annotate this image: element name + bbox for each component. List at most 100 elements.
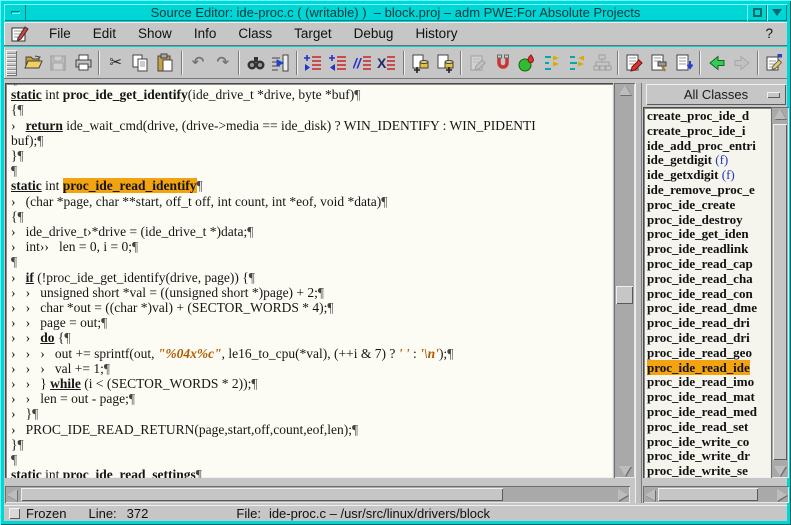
properties-icon [764, 53, 784, 73]
list-item[interactable]: proc_ide_write_se [647, 464, 771, 478]
maximize-button[interactable] [747, 4, 767, 21]
list-item[interactable]: create_proc_ide_d [647, 109, 771, 124]
code-editor[interactable]: ¶static int proc_ide_get_identify(ide_dr… [5, 83, 613, 478]
list-item[interactable]: proc_ide_read_cha [647, 272, 771, 287]
indent-button[interactable] [301, 50, 326, 76]
scrollbar-thumb[interactable] [773, 124, 787, 460]
list-item[interactable]: ide_remove_proc_e [647, 183, 771, 198]
list-item[interactable]: proc_ide_write_co [647, 435, 771, 450]
open-file-button[interactable] [21, 50, 46, 76]
paste-button[interactable] [153, 50, 178, 76]
menu-show[interactable]: Show [127, 26, 183, 41]
editor-app-icon [10, 24, 32, 44]
menu-history[interactable]: History [404, 26, 468, 41]
menu-class[interactable]: Class [227, 26, 283, 41]
list-item[interactable]: proc_ide_read_set [647, 420, 771, 435]
list-vertical-scrollbar[interactable] [771, 107, 789, 478]
colorize-button[interactable] [515, 50, 540, 76]
list-item[interactable]: proc_ide_read_mat [647, 390, 771, 405]
list-item[interactable]: ide_getdigit (f) [647, 153, 771, 168]
list-item[interactable]: proc_ide_read_med [647, 405, 771, 420]
menu-info[interactable]: Info [183, 26, 228, 41]
uncomment-button[interactable]: X [375, 50, 400, 76]
scroll-down-arrow-icon[interactable] [614, 466, 635, 476]
add-member-button[interactable] [408, 50, 433, 76]
add-method-button[interactable] [433, 50, 458, 76]
menu-help[interactable]: ? [751, 23, 787, 45]
magnet-button[interactable] [490, 50, 515, 76]
cut-button[interactable]: ✂ [103, 50, 128, 76]
outdent-icon [328, 53, 348, 73]
list-item[interactable]: proc_ide_read_dri [647, 316, 771, 331]
list-item-selected[interactable]: proc_ide_read_ide [647, 361, 771, 376]
list-item[interactable]: ide_add_proc_entri [647, 139, 771, 154]
magnet-icon [493, 53, 513, 73]
unfold-button[interactable] [540, 50, 565, 76]
import-button[interactable] [672, 50, 697, 76]
find-button[interactable] [243, 50, 268, 76]
titlebar[interactable]: Source Editor: ide-proc.c ( (writable) )… [4, 4, 787, 21]
outdent-button[interactable] [326, 50, 351, 76]
scrollbar-thumb[interactable] [21, 488, 503, 501]
list-item[interactable]: proc_ide_read_dme [647, 301, 771, 316]
properties-button[interactable] [762, 50, 787, 76]
list-item[interactable]: proc_ide_readlink [647, 242, 771, 257]
code-line: › }¶ [11, 406, 613, 421]
refold-button[interactable] [565, 50, 590, 76]
comment-button[interactable]: // [350, 50, 375, 76]
toolbar-grip-handle[interactable] [6, 50, 17, 76]
scroll-up-arrow-icon[interactable] [614, 85, 635, 95]
menu-target[interactable]: Target [283, 26, 343, 41]
scroll-right-arrow-icon[interactable] [618, 486, 628, 503]
find-icon [246, 53, 266, 73]
shade-button[interactable] [767, 4, 787, 21]
pane-sash[interactable] [635, 83, 642, 503]
class-filter-label: All Classes [684, 87, 748, 102]
class-filter-dropdown[interactable]: All Classes [646, 84, 786, 105]
scrollbar-thumb[interactable] [616, 286, 633, 304]
code-line: }¶ [11, 148, 613, 163]
list-item[interactable]: proc_ide_write_dr [647, 449, 771, 464]
toolbar-separator [296, 51, 298, 75]
code-horizontal-scrollbar[interactable] [5, 486, 630, 503]
scroll-up-arrow-icon[interactable] [771, 109, 789, 119]
list-item[interactable]: proc_ide_read_imo [647, 375, 771, 390]
copy-button[interactable] [128, 50, 153, 76]
scroll-left-arrow-icon[interactable] [645, 486, 655, 503]
menu-edit[interactable]: Edit [82, 26, 127, 41]
minimize-button[interactable] [4, 4, 26, 21]
scroll-right-arrow-icon[interactable] [777, 486, 787, 503]
list-item[interactable]: proc_ide_get_iden [647, 227, 771, 242]
code-line: › › do {¶ [11, 330, 613, 345]
back-button[interactable] [704, 50, 729, 76]
uncomment-icon: X [377, 53, 397, 73]
list-item[interactable]: proc_ide_create [647, 198, 771, 213]
toolbar-separator [98, 51, 100, 75]
code-line: › › len = out - page;¶ [11, 391, 613, 406]
list-item[interactable]: proc_ide_read_con [647, 287, 771, 302]
code-vertical-scrollbar[interactable] [614, 83, 635, 478]
scroll-left-arrow-icon[interactable] [7, 486, 17, 503]
menu-debug[interactable]: Debug [343, 26, 405, 41]
code-line: ¶ [11, 254, 613, 269]
code-line: ¶ [11, 452, 613, 467]
class-function-list[interactable]: create_proc_ide_dcreate_proc_ide_iide_ad… [643, 107, 771, 478]
build-button[interactable] [647, 50, 672, 76]
list-item[interactable]: proc_ide_destroy [647, 213, 771, 228]
menu-file[interactable]: File [38, 26, 82, 41]
goto-line-button[interactable] [268, 50, 293, 76]
code-line: }¶ [11, 437, 613, 452]
scrollbar-thumb[interactable] [658, 488, 758, 501]
statusbar: Frozen Line: 372 File: ide-proc.c – /usr… [4, 505, 787, 521]
list-item[interactable]: create_proc_ide_i [647, 124, 771, 139]
list-horizontal-scrollbar[interactable] [643, 486, 789, 503]
list-item[interactable]: ide_getxdigit (f) [647, 168, 771, 183]
list-item[interactable]: proc_ide_read_geo [647, 346, 771, 361]
list-item[interactable]: proc_ide_read_cap [647, 257, 771, 272]
print-button[interactable] [70, 50, 95, 76]
list-item[interactable]: proc_ide_read_dri [647, 331, 771, 346]
code-line: buf);¶ [11, 133, 613, 148]
scroll-down-arrow-icon[interactable] [771, 466, 789, 476]
annotate-button[interactable] [622, 50, 647, 76]
frozen-toggle[interactable] [9, 508, 20, 519]
